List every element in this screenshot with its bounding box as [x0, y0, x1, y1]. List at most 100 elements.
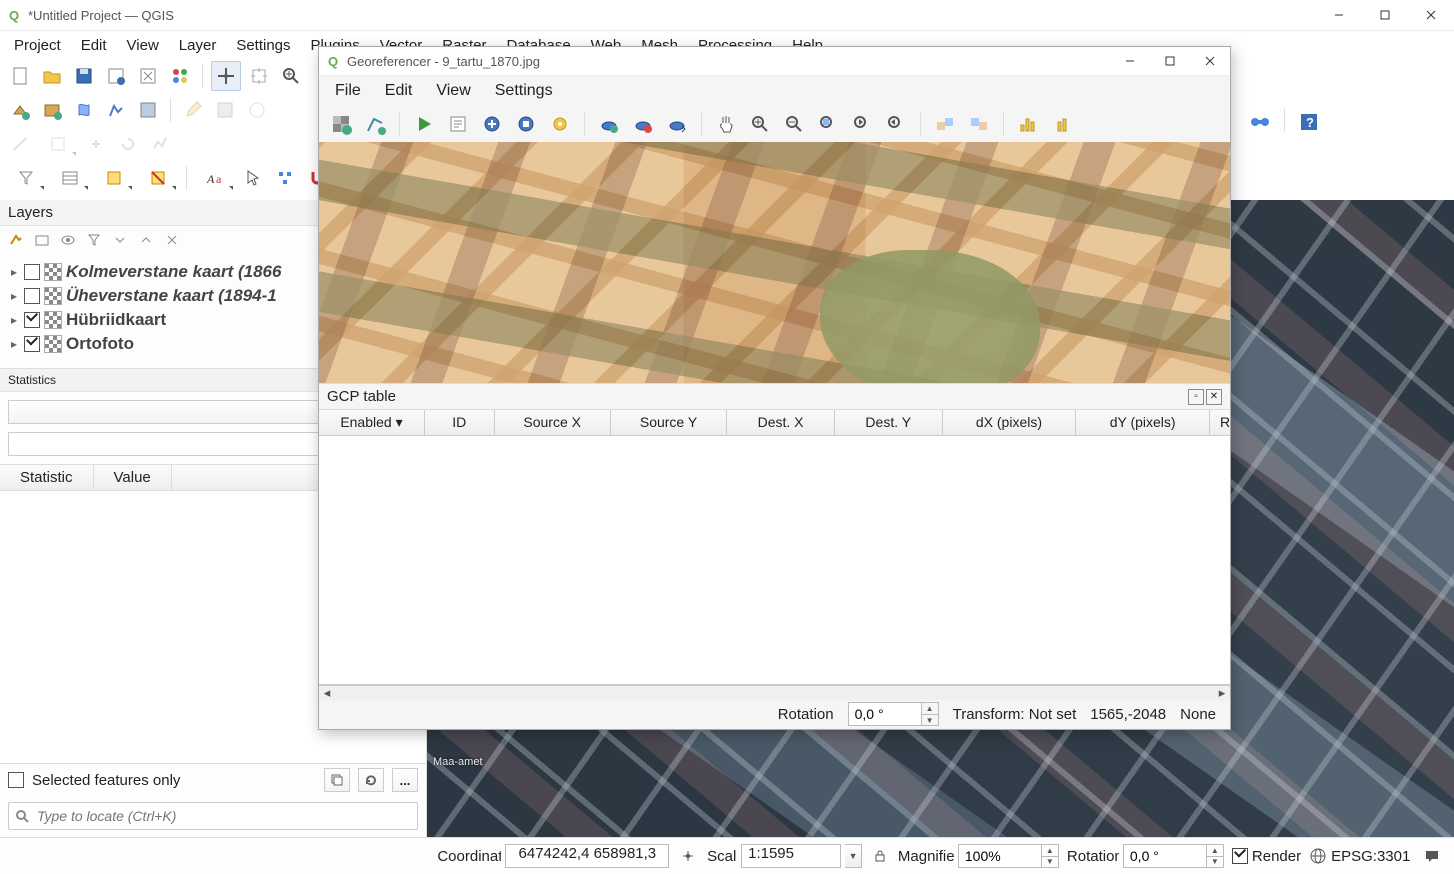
rotate-feature-icon[interactable] [114, 130, 142, 158]
gcp-col-srcy[interactable]: Source Y [611, 410, 727, 435]
add-vector-layer-icon[interactable] [6, 96, 34, 124]
spin-up-icon[interactable]: ▲ [1207, 845, 1223, 857]
spin-down-icon[interactable]: ▼ [1042, 857, 1058, 868]
full-histogram-icon[interactable] [1014, 110, 1042, 138]
georef-close-button[interactable] [1190, 47, 1230, 75]
toggle-extents-icon[interactable] [677, 845, 699, 867]
georef-raster-canvas[interactable] [319, 142, 1230, 383]
window-close-button[interactable] [1408, 0, 1454, 30]
expand-icon[interactable]: ▸ [8, 289, 20, 303]
filter-icon[interactable] [6, 164, 46, 192]
new-virtual-layer-icon[interactable] [134, 96, 162, 124]
render-checkbox[interactable] [1232, 848, 1248, 864]
gcp-close-button[interactable]: ✕ [1206, 389, 1222, 405]
move-feature-icon[interactable] [82, 130, 110, 158]
collapse-all-icon[interactable] [136, 230, 156, 250]
expand-icon[interactable]: ▸ [8, 313, 20, 327]
new-geopackage-icon[interactable] [38, 96, 66, 124]
help-icon[interactable]: ? [1295, 108, 1323, 136]
georef-zoom-last-icon[interactable] [848, 110, 876, 138]
georef-rotation-spinner[interactable]: ▲▼ [848, 702, 939, 726]
open-raster-icon[interactable] [327, 110, 355, 138]
copy-stats-button[interactable] [324, 768, 350, 792]
digitize-icon[interactable] [6, 130, 34, 158]
stats-options-button[interactable]: ... [392, 768, 418, 792]
vertex-tool-icon[interactable] [271, 164, 299, 192]
layer-visibility-checkbox[interactable] [24, 312, 40, 328]
new-project-icon[interactable] [6, 62, 34, 90]
sb-scale-value[interactable]: 1:1595 [741, 844, 841, 868]
window-minimize-button[interactable] [1316, 0, 1362, 30]
gcp-undock-button[interactable]: ▫ [1188, 389, 1204, 405]
georef-pan-icon[interactable] [712, 110, 740, 138]
locator-input[interactable] [35, 807, 417, 825]
add-feature-icon[interactable] [243, 96, 271, 124]
georef-menu-edit[interactable]: Edit [373, 76, 425, 105]
georef-menu-file[interactable]: File [323, 76, 373, 105]
simplify-feature-icon[interactable] [146, 130, 174, 158]
georef-menu-settings[interactable]: Settings [483, 76, 565, 105]
spin-up-icon[interactable]: ▲ [1042, 845, 1058, 857]
layer-visibility-checkbox[interactable] [24, 336, 40, 352]
label-toolbar-icon[interactable]: Aa [195, 164, 235, 192]
layer-visibility-checkbox[interactable] [24, 288, 40, 304]
georef-menu-view[interactable]: View [424, 76, 482, 105]
start-georef-icon[interactable] [410, 110, 438, 138]
pan-map-icon[interactable] [211, 61, 241, 91]
messages-icon[interactable] [1418, 842, 1446, 870]
new-shapefile-icon[interactable] [70, 96, 98, 124]
gcp-col-resid[interactable]: Resid [1210, 410, 1230, 435]
menu-project[interactable]: Project [4, 31, 71, 59]
stats-col-value[interactable]: Value [94, 465, 172, 490]
shape-digitize-icon[interactable] [38, 130, 78, 158]
georef-rotation-input[interactable] [849, 703, 921, 725]
layer-visibility-checkbox[interactable] [24, 264, 40, 280]
sb-magnifier-input[interactable] [959, 845, 1041, 867]
save-project-icon[interactable] [70, 62, 98, 90]
manage-visibility-icon[interactable] [58, 230, 78, 250]
gcp-col-dstx[interactable]: Dest. X [727, 410, 835, 435]
style-manager-icon[interactable] [166, 62, 194, 90]
spin-down-icon[interactable]: ▼ [922, 715, 938, 726]
show-layout-manager-icon[interactable] [134, 62, 162, 90]
spin-up-icon[interactable]: ▲ [922, 703, 938, 715]
georef-zoom-to-layer-icon[interactable] [814, 110, 842, 138]
expand-all-icon[interactable] [110, 230, 130, 250]
gcp-horizontal-scrollbar[interactable]: ◂▸ [319, 685, 1230, 700]
georef-move-point-icon[interactable] [663, 110, 691, 138]
georef-zoom-in-icon[interactable] [746, 110, 774, 138]
link-georef-to-qgis-icon[interactable] [931, 110, 959, 138]
select-features-icon[interactable] [94, 164, 134, 192]
lock-scale-icon[interactable] [870, 846, 890, 866]
load-gcp-icon[interactable] [478, 110, 506, 138]
sb-crs-button[interactable]: EPSG:3301 [1309, 847, 1410, 865]
layer-styling-icon[interactable] [6, 230, 26, 250]
sb-rotation-input[interactable] [1124, 845, 1206, 867]
gcp-col-enabled[interactable]: Enabled ▾ [319, 410, 425, 435]
sb-magnifier-spinner[interactable]: ▲▼ [958, 844, 1059, 868]
local-histogram-icon[interactable] [1048, 110, 1076, 138]
stats-col-statistic[interactable]: Statistic [0, 465, 94, 490]
zoom-in-icon[interactable] [277, 62, 305, 90]
spin-down-icon[interactable]: ▼ [1207, 857, 1223, 868]
gcp-table[interactable]: Enabled ▾ ID Source X Source Y Dest. X D… [319, 410, 1230, 685]
pointer-icon[interactable] [239, 164, 267, 192]
gcp-col-id[interactable]: ID [425, 410, 495, 435]
georef-minimize-button[interactable] [1110, 47, 1150, 75]
deselect-icon[interactable] [138, 164, 178, 192]
sb-scale-dropdown[interactable]: ▼ [845, 844, 862, 868]
toggle-editing-icon[interactable] [179, 96, 207, 124]
georef-maximize-button[interactable] [1150, 47, 1190, 75]
menu-view[interactable]: View [117, 31, 169, 59]
georef-delete-point-icon[interactable] [629, 110, 657, 138]
georef-add-point-icon[interactable] [595, 110, 623, 138]
save-edits-icon[interactable] [211, 96, 239, 124]
georef-zoom-out-icon[interactable] [780, 110, 808, 138]
expand-icon[interactable]: ▸ [8, 265, 20, 279]
selected-only-checkbox[interactable] [8, 772, 24, 788]
menu-edit[interactable]: Edit [71, 31, 117, 59]
gcp-col-srcx[interactable]: Source X [495, 410, 611, 435]
gcp-col-dsty[interactable]: Dest. Y [835, 410, 943, 435]
filter-legend-icon[interactable] [84, 230, 104, 250]
gcp-col-dyp[interactable]: dY (pixels) [1076, 410, 1210, 435]
